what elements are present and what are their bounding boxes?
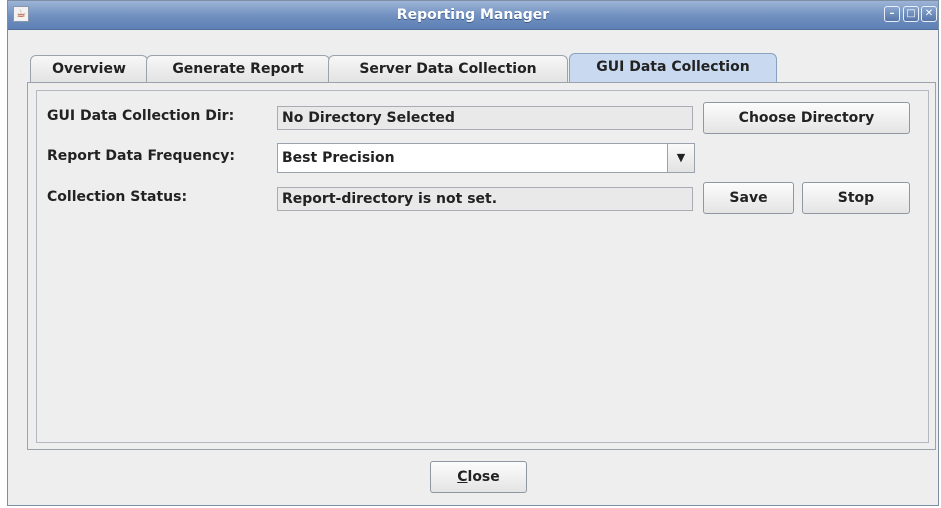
tab-server-data-collection[interactable]: Server Data Collection <box>328 55 568 82</box>
frequency-select[interactable]: Best Precision ▼ <box>277 143 695 173</box>
dir-label: GUI Data Collection Dir: <box>47 108 235 124</box>
reporting-manager-window: ☕ Reporting Manager – □ ✕ Overview Gener… <box>7 0 939 506</box>
tab-content-panel: GUI Data Collection Dir: No Directory Se… <box>27 82 936 450</box>
frequency-label: Report Data Frequency: <box>47 148 236 164</box>
close-icon[interactable]: ✕ <box>921 6 937 22</box>
stop-button[interactable]: Stop <box>802 182 910 214</box>
dir-field: No Directory Selected <box>277 106 693 130</box>
tab-generate-report[interactable]: Generate Report <box>146 55 330 82</box>
status-label: Collection Status: <box>47 189 188 205</box>
tab-overview[interactable]: Overview <box>30 55 148 82</box>
frequency-selected-value: Best Precision <box>282 150 395 166</box>
choose-directory-button[interactable]: Choose Directory <box>703 102 910 134</box>
window-title: Reporting Manager <box>396 7 550 23</box>
maximize-icon[interactable]: □ <box>903 6 919 22</box>
close-button[interactable]: Close <box>430 461 527 493</box>
save-button[interactable]: Save <box>703 182 794 214</box>
minimize-icon[interactable]: – <box>884 6 900 22</box>
tab-gui-data-collection[interactable]: GUI Data Collection <box>569 53 777 82</box>
title-bar[interactable]: ☕ Reporting Manager – □ ✕ <box>8 1 938 30</box>
close-mnemonic: C <box>457 469 468 485</box>
status-field: Report-directory is not set. <box>277 187 693 211</box>
chevron-down-icon[interactable]: ▼ <box>667 144 694 172</box>
close-label-rest: lose <box>467 469 500 485</box>
